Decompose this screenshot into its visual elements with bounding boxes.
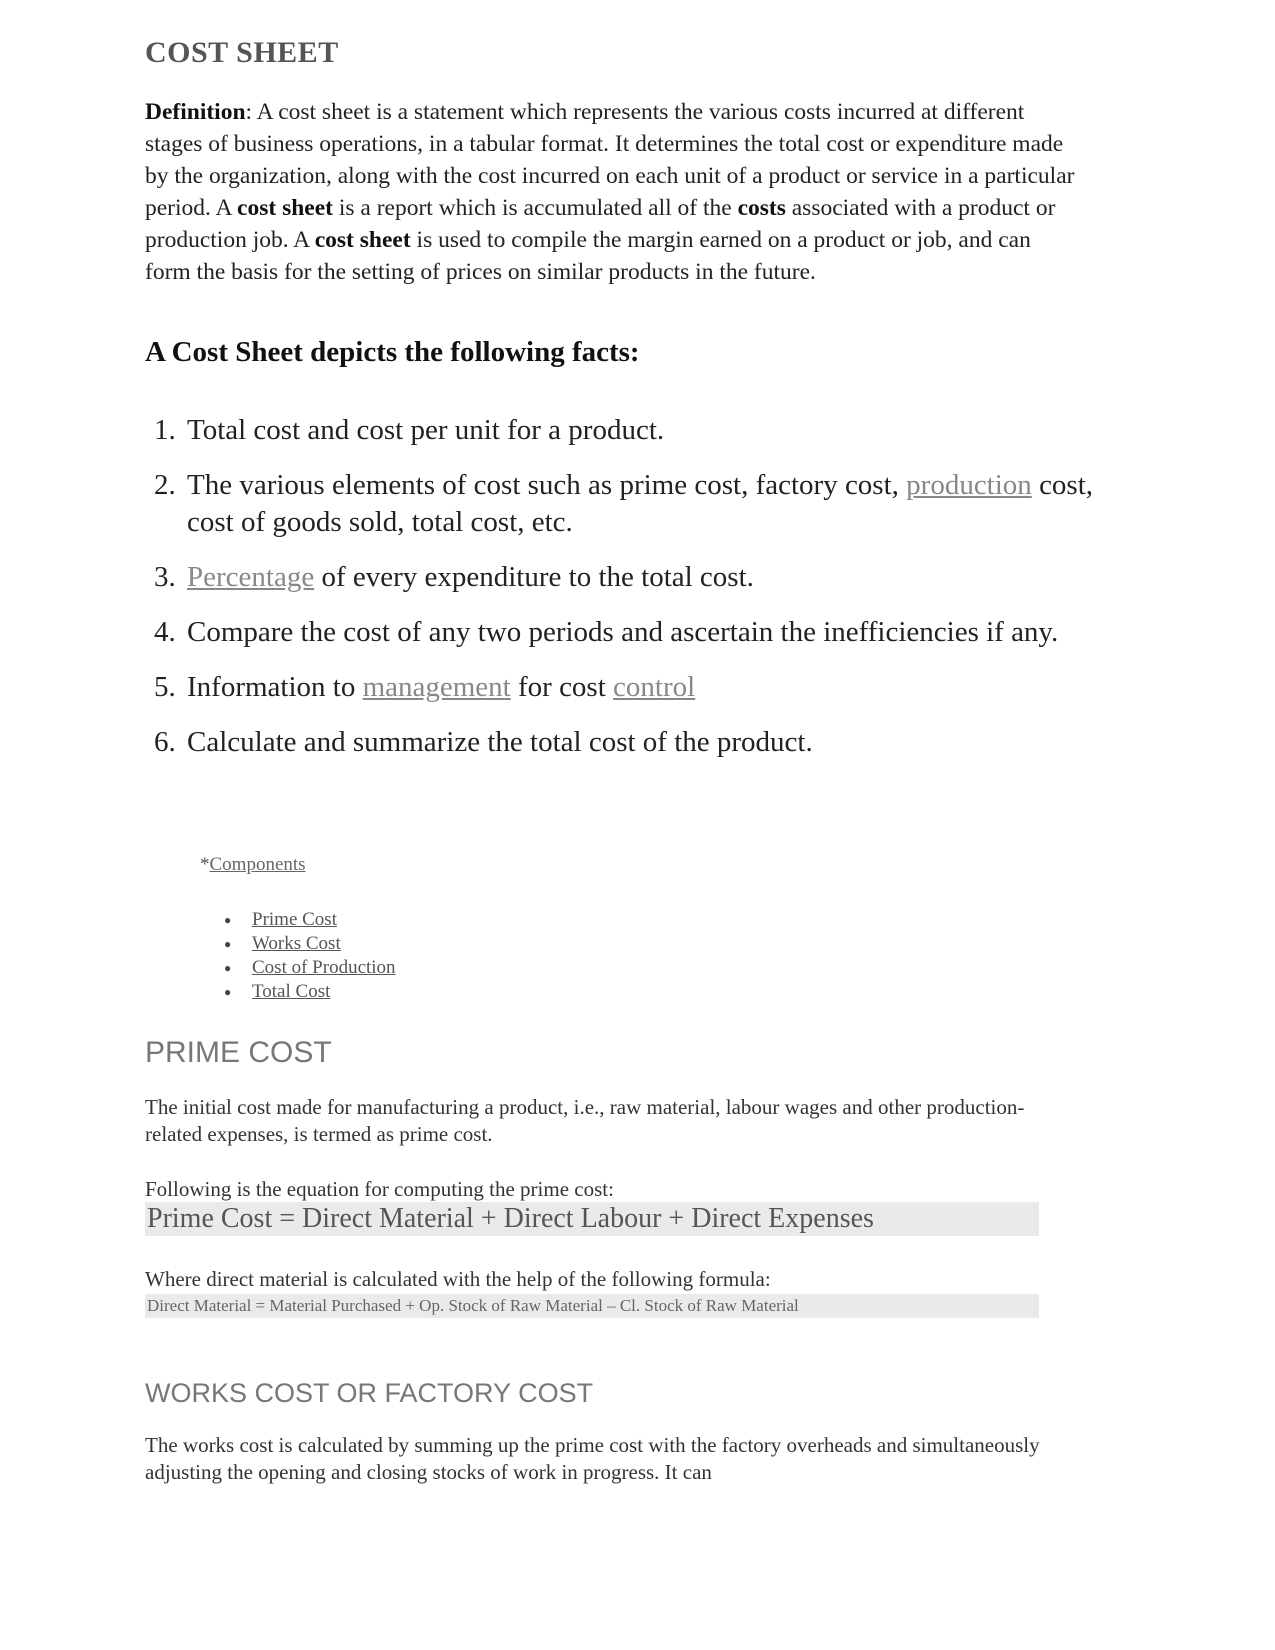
- fact-text: Information to: [187, 671, 363, 703]
- component-link-cost-of-production[interactable]: Cost of Production: [252, 957, 396, 978]
- fact-text: The various elements of cost such as pri…: [187, 469, 907, 501]
- components-link[interactable]: Components: [210, 854, 306, 875]
- fact-item-4: Compare the cost of any two periods and …: [183, 614, 1113, 651]
- fact-link-control[interactable]: control: [613, 671, 695, 703]
- fact-text: Compare the cost of any two periods and …: [187, 616, 1059, 648]
- component-item: Cost of Production: [224, 956, 396, 980]
- prime-cost-equation: Prime Cost = Direct Material + Direct La…: [145, 1202, 1039, 1236]
- fact-text: Total cost and cost per unit for a produ…: [187, 414, 665, 446]
- equation-intro: Following is the equation for computing …: [145, 1177, 614, 1201]
- fact-text: Calculate and summarize the total cost o…: [187, 726, 813, 758]
- fact-text: for cost: [510, 671, 614, 703]
- component-item: Works Cost: [224, 932, 396, 956]
- works-cost-intro: The works cost is calculated by summing …: [145, 1433, 1040, 1484]
- prime-cost-intro: The initial cost made for manufacturing …: [145, 1095, 1025, 1146]
- definition-bold-term: costs: [737, 195, 786, 221]
- definition-paragraph: Definition: A cost sheet is a statement …: [145, 96, 1075, 288]
- definition-bold-term: cost sheet: [314, 227, 411, 253]
- direct-material-formula: Direct Material = Material Purchased + O…: [145, 1294, 1039, 1318]
- fact-link-production[interactable]: production: [906, 469, 1032, 501]
- fact-link-percentage[interactable]: Percentage: [187, 561, 314, 593]
- component-item: Prime Cost: [224, 908, 396, 932]
- works-cost-heading: WORKS COST OR FACTORY COST: [145, 1378, 594, 1408]
- definition-bold-term: cost sheet: [237, 195, 333, 221]
- document-title: COST SHEET: [145, 36, 339, 69]
- definition-text-segment: is a report which is accumulated all of …: [332, 195, 738, 221]
- fact-link-management[interactable]: management: [363, 671, 511, 703]
- facts-heading: A Cost Sheet depicts the following facts…: [145, 336, 640, 368]
- fact-item-6: Calculate and summarize the total cost o…: [183, 724, 1113, 761]
- fact-item-3: Percentage of every expenditure to the t…: [183, 559, 1113, 596]
- fact-text: of every expenditure to the total cost.: [314, 561, 754, 593]
- direct-material-intro: Where direct material is calculated with…: [145, 1267, 771, 1291]
- component-link-works-cost[interactable]: Works Cost: [252, 933, 341, 954]
- component-link-prime-cost[interactable]: Prime Cost: [252, 909, 337, 930]
- fact-item-1: Total cost and cost per unit for a produ…: [183, 412, 1113, 449]
- definition-text: : A cost sheet is a statement which repr…: [145, 99, 1074, 285]
- components-label: *Components: [200, 854, 306, 876]
- definition-label: Definition: [145, 99, 246, 125]
- components-list: Prime Cost Works Cost Cost of Production To…: [224, 908, 396, 1004]
- fact-item-5: Information to management for cost contr…: [183, 669, 1113, 706]
- facts-list: Total cost and cost per unit for a produ…: [145, 412, 1113, 779]
- component-item: Total Cost: [224, 980, 396, 1004]
- fact-item-2: The various elements of cost such as pri…: [183, 467, 1113, 541]
- components-asterisk: *: [200, 854, 210, 875]
- component-link-total-cost[interactable]: Total Cost: [252, 981, 330, 1002]
- prime-cost-heading: PRIME COST: [145, 1036, 332, 1069]
